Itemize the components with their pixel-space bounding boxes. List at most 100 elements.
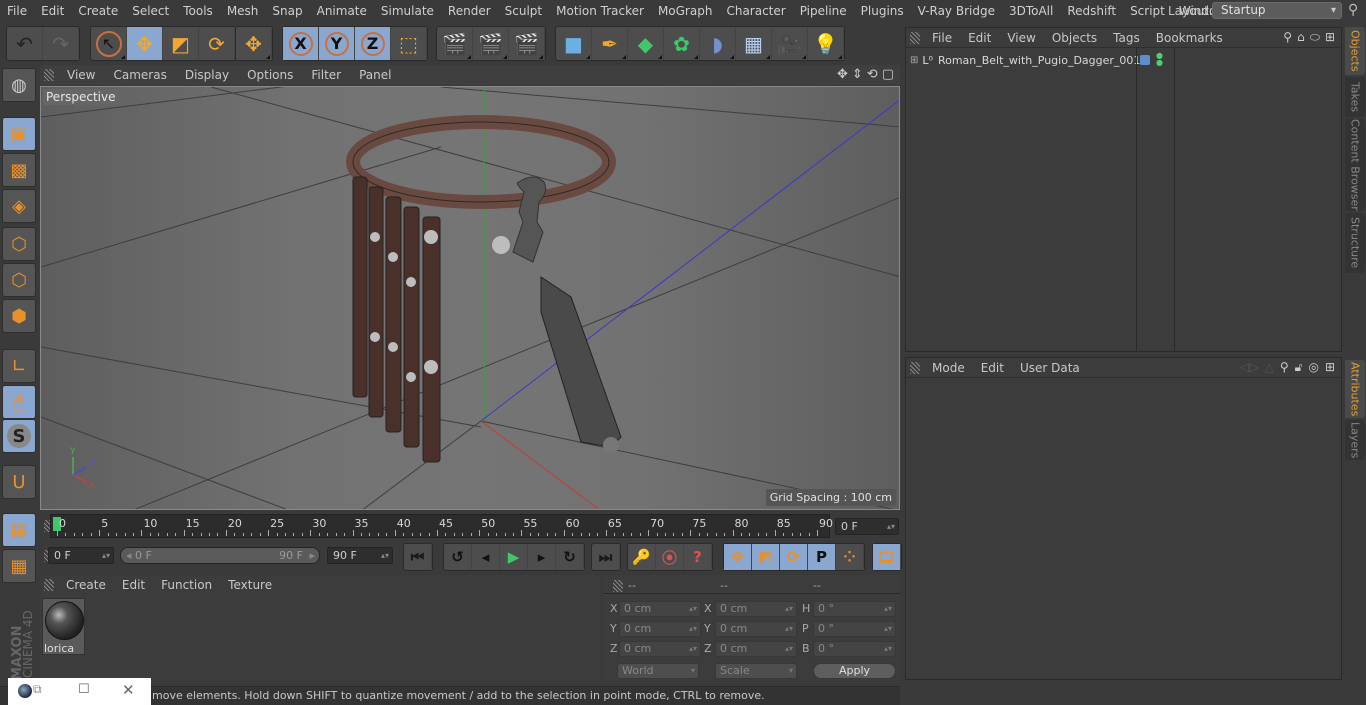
rotation-key-button[interactable]: ⟳ [780, 544, 808, 570]
model-mode-button[interactable]: ▣ [2, 117, 36, 151]
live-selection-button[interactable]: ↖ [91, 27, 127, 60]
menu-file[interactable]: File [0, 4, 34, 18]
tab-structure[interactable]: Structure [1345, 213, 1365, 273]
render-picture-viewer-button[interactable]: 🎬 [473, 27, 509, 60]
lock-icon[interactable]: 🔓︎ [1295, 360, 1303, 375]
menu-plugins[interactable]: Plugins [854, 4, 911, 18]
pen-spline-button[interactable]: ✒ [592, 27, 628, 60]
workplane-button[interactable]: ◈ [2, 189, 36, 223]
viewport-menu-display[interactable]: Display [176, 68, 238, 82]
next-frame-button[interactable]: ▸ [528, 544, 556, 570]
rotate-view-icon[interactable]: ⟲ [867, 67, 878, 82]
rotate-button[interactable]: ⟳ [199, 27, 235, 60]
panel-grip[interactable] [910, 361, 920, 374]
viewport-menu-panel[interactable]: Panel [350, 68, 400, 82]
viewport-menu-options[interactable]: Options [238, 68, 302, 82]
frame-range-slider[interactable]: ◂ 0 F 90 F ▸ [120, 547, 320, 564]
deformer-button[interactable]: ◗ [700, 27, 736, 60]
snap-button[interactable]: U [2, 465, 36, 499]
3d-viewport[interactable]: Perspective Y Z X Grid Spacing : 100 cm [40, 86, 900, 510]
menu-mograph[interactable]: MoGraph [651, 4, 720, 18]
points-mode-button[interactable]: ⬡ [2, 227, 36, 261]
apply-button[interactable]: Apply [813, 663, 896, 679]
play-forward-button[interactable]: ▶ [500, 544, 528, 570]
coordinate-space-select[interactable]: World ▾ [617, 663, 699, 679]
go-to-start-button[interactable]: ⏮ [404, 544, 432, 570]
panel-grip[interactable] [44, 69, 54, 81]
objects-menu-objects[interactable]: Objects [1044, 31, 1105, 45]
spinner-icon[interactable]: ▴▾ [689, 622, 697, 636]
parameter-key-button[interactable]: P [808, 544, 836, 570]
go-to-end-button[interactable]: ⏭ [592, 544, 620, 570]
coordinate-system-button[interactable]: ⬚ [391, 27, 427, 60]
tab-attributes[interactable]: Attributes [1345, 360, 1365, 418]
texture-mode-button[interactable]: ▩ [2, 153, 36, 187]
autokeying-button[interactable]: ? [684, 544, 712, 570]
motion-record-button[interactable]: 🔑 [628, 544, 656, 570]
maximize-icon[interactable]: ☐ [78, 682, 90, 697]
last-tool-move-button[interactable]: ✥ [236, 27, 272, 60]
move-button[interactable]: ✥ [127, 27, 163, 60]
material-menu-texture[interactable]: Texture [220, 578, 280, 592]
go-to-previous-key-button[interactable]: ↺ [444, 544, 472, 570]
position-x-field[interactable]: 0 cm ▴▾ [619, 601, 701, 617]
objects-menu-bookmarks[interactable]: Bookmarks [1148, 31, 1231, 45]
menu-motion-tracker[interactable]: Motion Tracker [549, 4, 651, 18]
layer-color-swatch[interactable] [1140, 55, 1150, 65]
previous-frame-button[interactable]: ◂ [472, 544, 500, 570]
move-view-icon[interactable]: ✥ [837, 67, 848, 82]
menu-3dtoall[interactable]: 3DToAll [1002, 4, 1060, 18]
home-icon[interactable]: ⌂ [1297, 30, 1305, 45]
redo-button[interactable]: ↷ [43, 27, 79, 60]
timeline-button[interactable]: 🎞 [873, 544, 901, 570]
rotation-h-field[interactable]: 0 ° ▴▾ [813, 601, 896, 617]
minimized-window[interactable]: ⧉ ☐ ✕ [8, 678, 151, 705]
cube-button[interactable]: ■ [556, 27, 592, 60]
object-row[interactable]: ⊞ L⁰ Roman_Belt_with_Pugio_Dagger_001 ● ● [906, 50, 1343, 70]
current-frame-field[interactable]: 0 F ▴▾ [835, 518, 899, 535]
camera-label[interactable]: Perspective [43, 89, 119, 105]
spinner-icon[interactable]: ▴▾ [785, 642, 793, 656]
scale-button[interactable]: ◩ [163, 27, 199, 60]
position-key-button[interactable]: ✥ [724, 544, 752, 570]
tab-layers[interactable]: Layers [1345, 420, 1365, 460]
search-icon[interactable]: ⚲ [1348, 2, 1358, 18]
undo-button[interactable]: ↶ [7, 27, 43, 60]
workplane-lock-button[interactable]: ▦ [2, 513, 36, 547]
spinner-icon[interactable]: ▴▾ [689, 642, 697, 656]
menu-simulate[interactable]: Simulate [374, 4, 441, 18]
menu-v-ray-bridge[interactable]: V-Ray Bridge [911, 4, 1002, 18]
panel-grip[interactable] [910, 31, 920, 44]
go-to-next-key-button[interactable]: ↻ [556, 544, 584, 570]
size-z-field[interactable]: 0 cm ▴▾ [715, 641, 797, 657]
menu-character[interactable]: Character [719, 4, 792, 18]
menu-mesh[interactable]: Mesh [220, 4, 266, 18]
x-axis-button[interactable]: X [283, 27, 319, 60]
menu-animate[interactable]: Animate [310, 4, 374, 18]
tab-content-browser[interactable]: Content Browser [1345, 119, 1365, 211]
new-panel-icon[interactable]: ⊞ [1325, 30, 1335, 45]
rotation-p-field[interactable]: 0 ° ▴▾ [813, 621, 896, 637]
material-menu-edit[interactable]: Edit [114, 578, 153, 592]
spinner-icon[interactable]: ▴▾ [785, 622, 793, 636]
spinner-icon[interactable]: ▴▾ [884, 622, 892, 636]
size-mode-select[interactable]: Scale ▾ [715, 663, 797, 679]
panel-grip[interactable] [44, 579, 54, 591]
material-swatch[interactable]: lorica [42, 598, 85, 655]
search-icon[interactable]: ⚲ [1283, 30, 1292, 45]
edges-mode-button[interactable]: ⬡ [2, 263, 36, 297]
material-menu-create[interactable]: Create [58, 578, 114, 592]
viewport-menu-view[interactable]: View [58, 68, 104, 82]
scale-key-button[interactable]: ◩ [752, 544, 780, 570]
menu-pipeline[interactable]: Pipeline [793, 4, 854, 18]
restore-icon[interactable]: ⧉ [33, 682, 42, 697]
zoom-view-icon[interactable]: ⇕ [852, 67, 863, 82]
rotation-b-field[interactable]: 0 ° ▴▾ [813, 641, 896, 657]
target-icon[interactable]: ◎ [1308, 360, 1318, 375]
floor-button[interactable]: ▦ [736, 27, 772, 60]
size-x-field[interactable]: 0 cm ▴▾ [715, 601, 797, 617]
spinner-icon[interactable]: ▴▾ [884, 602, 892, 616]
attributes-menu-mode[interactable]: Mode [924, 361, 973, 375]
menu-script[interactable]: Script [1123, 4, 1172, 18]
menu-select[interactable]: Select [125, 4, 176, 18]
